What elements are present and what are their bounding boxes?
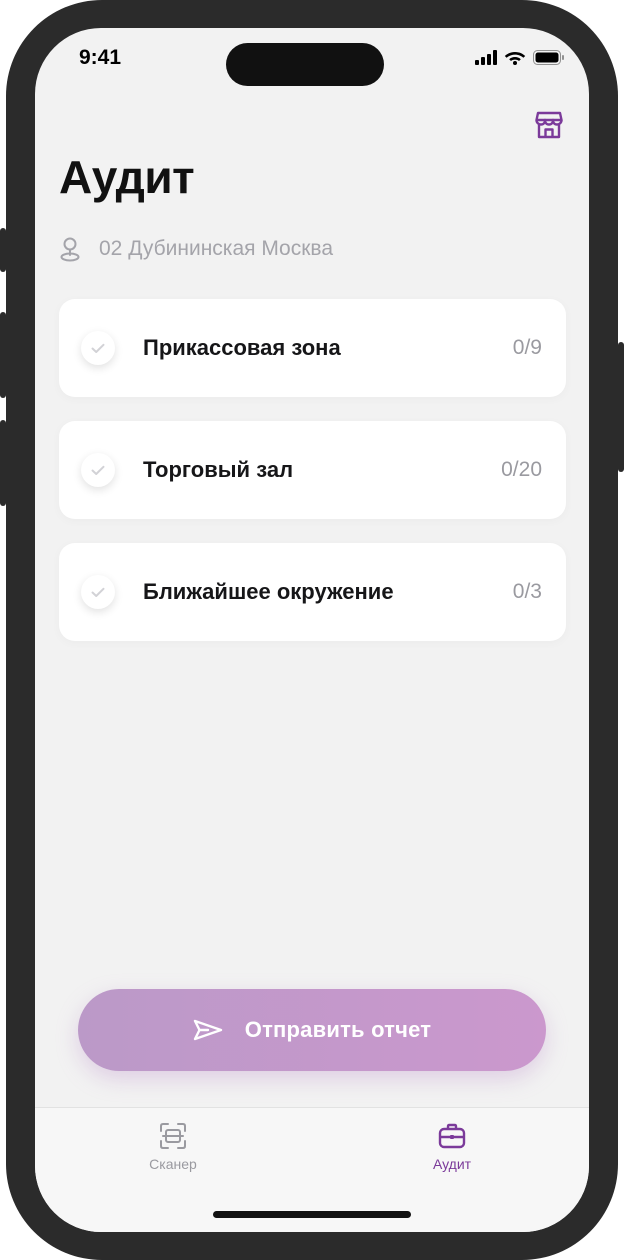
section-label: Прикассовая зона bbox=[143, 335, 341, 360]
volume-up-button bbox=[0, 312, 6, 398]
audit-section-card[interactable]: Торговый зал 0/20 bbox=[59, 421, 566, 519]
briefcase-icon bbox=[438, 1123, 466, 1149]
tab-audit-label: Аудит bbox=[432, 1156, 472, 1172]
audit-section-card[interactable]: Прикассовая зона 0/9 bbox=[59, 299, 566, 397]
tab-scanner-label: Сканер bbox=[149, 1156, 197, 1172]
location-pin-icon bbox=[60, 237, 80, 262]
battery-icon bbox=[533, 49, 564, 65]
tab-audit[interactable]: Аудит bbox=[392, 1122, 512, 1172]
store-icon bbox=[535, 111, 563, 139]
section-count: 0/9 bbox=[512, 336, 542, 359]
status-time: 9:41 bbox=[79, 46, 122, 69]
wifi-icon bbox=[504, 52, 526, 65]
volume-down-button bbox=[0, 420, 6, 506]
section-label: Ближайшее окружение bbox=[143, 579, 394, 604]
page-title: Аудит bbox=[59, 151, 195, 203]
section-check bbox=[81, 575, 115, 609]
checkmark-icon bbox=[91, 343, 105, 353]
tab-scanner[interactable]: Сканер bbox=[113, 1122, 233, 1172]
section-count: 0/3 bbox=[512, 580, 542, 603]
send-report-label: Отправить отчет bbox=[244, 1017, 432, 1042]
send-icon bbox=[193, 1019, 222, 1041]
location-text: 02 Дубининская Москва bbox=[99, 237, 334, 260]
section-check bbox=[81, 331, 115, 365]
section-check bbox=[81, 453, 115, 487]
store-location: 02 Дубининская Москва bbox=[59, 236, 333, 262]
scanner-icon bbox=[160, 1123, 186, 1149]
checkmark-icon bbox=[91, 465, 105, 475]
section-count: 0/20 bbox=[501, 458, 542, 481]
mute-switch bbox=[0, 228, 6, 272]
power-button bbox=[618, 342, 624, 472]
dynamic-island bbox=[226, 43, 384, 86]
checkmark-icon bbox=[91, 587, 105, 597]
app-screen: 9:41 Аудит 02 Дубининская Москва Прикасс… bbox=[35, 28, 589, 1232]
send-report-button[interactable]: Отправить отчет bbox=[78, 989, 546, 1071]
audit-section-card[interactable]: Ближайшее окружение 0/3 bbox=[59, 543, 566, 641]
status-bar: 9:41 bbox=[35, 28, 589, 92]
cellular-signal-icon bbox=[475, 49, 497, 65]
home-indicator bbox=[213, 1211, 411, 1218]
store-button[interactable] bbox=[535, 110, 563, 140]
section-label: Торговый зал bbox=[143, 457, 294, 482]
status-icons bbox=[475, 49, 565, 65]
